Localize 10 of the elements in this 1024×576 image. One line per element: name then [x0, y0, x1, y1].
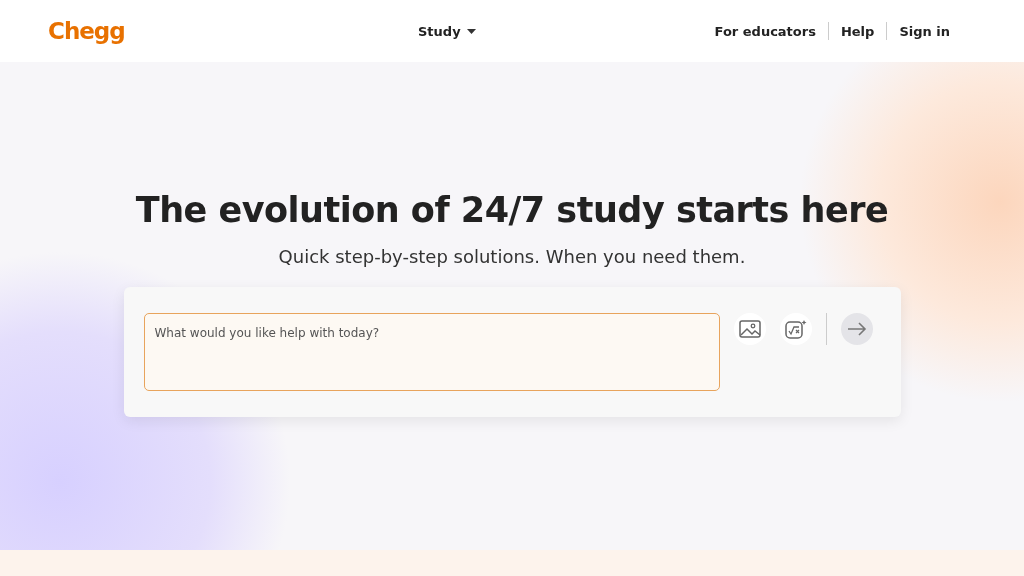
hero-headline: The evolution of 24/7 study starts here — [135, 190, 889, 230]
nav-link[interactable]: Sign in — [887, 23, 950, 39]
caret-icon — [466, 28, 476, 34]
math-formula-icon[interactable] — [779, 313, 812, 345]
nav-link[interactable]: Help — [828, 23, 887, 39]
nav-link[interactable]: For educators — [702, 23, 828, 39]
question-field[interactable]: What would you like help with today? — [143, 313, 720, 391]
study-menu[interactable]: Study — [418, 23, 476, 39]
hero-subtitle: Quick step-by-step solutions. When you need them. — [278, 246, 746, 267]
image-upload-icon[interactable] — [733, 313, 766, 345]
